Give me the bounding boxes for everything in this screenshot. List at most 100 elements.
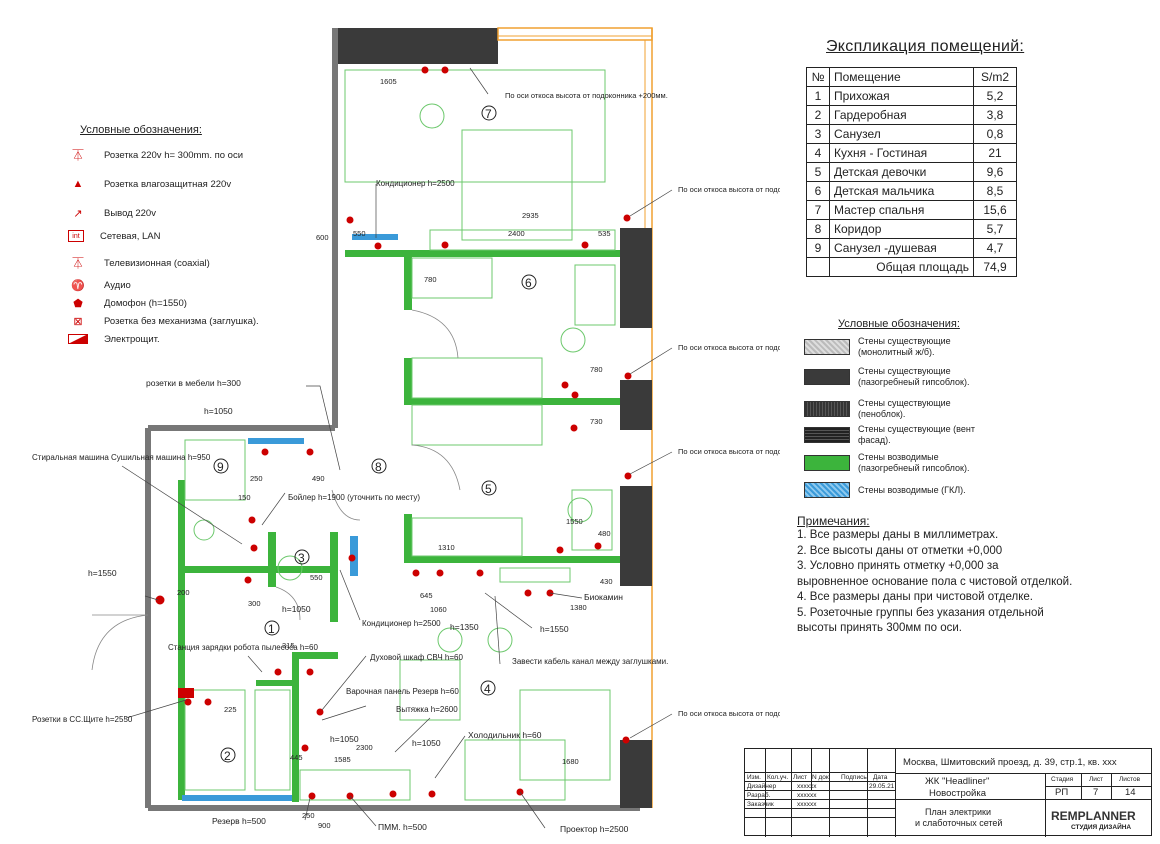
svg-text:780: 780 xyxy=(424,275,437,284)
tb-project: ЖК "Headliner" xyxy=(925,776,990,787)
waterproof-socket-icon: ▲ xyxy=(72,178,84,190)
ann-window-r3: По оси откоса высота от подоконника +200… xyxy=(678,447,780,456)
ann-window-r1: По оси откоса высота от подоконника +200… xyxy=(678,185,780,194)
svg-text:2400: 2400 xyxy=(508,229,525,238)
ann-h1550-mid: h=1550 xyxy=(540,624,569,634)
wall-legend-title: Условные обозначения: xyxy=(838,318,960,330)
wall-swatch-facade xyxy=(804,427,850,443)
ann-oven: Духовой шкаф СВЧ h=60 xyxy=(370,653,463,662)
table-total-row: Общая площадь 74,9 xyxy=(806,257,1017,277)
notes-list: 1. Все размеры даны в миллиметрах. 2. Вс… xyxy=(797,528,1072,637)
ann-h1050-top: h=1050 xyxy=(204,406,233,416)
room-7: 7 xyxy=(485,107,492,121)
facade-4 xyxy=(620,740,652,808)
facade-3 xyxy=(620,486,652,586)
outlet-220-icon: ↗ xyxy=(73,207,83,220)
legend-row-socket: ⏄ Розетка 220v h= 300mm. по оси xyxy=(68,148,244,163)
tv-socket-icon: ⏄ xyxy=(72,258,84,270)
wall-swatch-monolith xyxy=(804,339,850,355)
table-row: 3 Санузел 0,8 xyxy=(806,124,1017,144)
notes-title: Примечания: xyxy=(797,514,870,528)
svg-text:150: 150 xyxy=(238,493,251,502)
ann-furniture: розетки в мебели h=300 xyxy=(146,378,241,388)
svg-text:490: 490 xyxy=(312,474,325,483)
wall-swatch-foamblock xyxy=(804,401,850,417)
svg-text:300: 300 xyxy=(248,599,261,608)
room-markers: 7 6 8 5 9 3 1 2 4 xyxy=(213,105,537,763)
ann-fridge: Холодильник h=60 xyxy=(468,730,542,740)
svg-text:550: 550 xyxy=(310,573,323,582)
ann-h1050-a: h=1050 xyxy=(330,734,359,744)
table-row: 4 Кухня - Гостиная 21 xyxy=(806,143,1017,163)
ann-window-r2: По оси откоса высота от подоконника +200… xyxy=(678,343,780,352)
logo-subtitle: СТУДИЯ ДИЗАЙНА xyxy=(1071,824,1132,831)
svg-text:1680: 1680 xyxy=(562,757,579,766)
electrical-panel xyxy=(178,688,194,698)
panel-icon xyxy=(68,332,88,346)
room-5: 5 xyxy=(485,482,492,496)
ann-ac2: Кондиционер h=2500 xyxy=(362,619,441,628)
svg-text:2300: 2300 xyxy=(356,743,373,752)
dimension-labels: 1605 2935 2400 535 550 600 780 780 730 1… xyxy=(177,77,613,830)
ann-pmm: ПММ. h=500 xyxy=(378,822,427,832)
svg-text:1380: 1380 xyxy=(570,603,587,612)
svg-text:1585: 1585 xyxy=(334,755,351,764)
legend-row-lan: int Сетевая, LAN xyxy=(68,230,160,242)
table-row: 1 Прихожая 5,2 xyxy=(806,86,1017,106)
ann-ac1: Кондиционер h=2500 xyxy=(376,179,455,188)
tb-address: Москва, Шмитовский проезд, д. 39, стр.1,… xyxy=(903,757,1117,768)
annotation-labels: По оси откоса высота от подоконника +200… xyxy=(32,91,780,834)
legend-row-waterproof: ▲ Розетка влагозащитная 220v xyxy=(68,177,232,191)
svg-text:225: 225 xyxy=(224,705,237,714)
wall-swatch-gkl xyxy=(804,482,850,498)
svg-text:900: 900 xyxy=(318,821,331,830)
blank-socket-icon: ⊠ xyxy=(73,315,83,328)
ann-washer: Стиральная машина Сушильная машина h=950 xyxy=(32,453,211,462)
tb-type: Новостройка xyxy=(929,788,986,799)
tb-sheet-title-2: и слаботочных сетей xyxy=(915,818,1003,828)
svg-text:1060: 1060 xyxy=(430,605,447,614)
table-row: 8 Коридор 5,7 xyxy=(806,219,1017,239)
svg-text:1550: 1550 xyxy=(566,517,583,526)
ann-h1550-left: h=1550 xyxy=(88,568,117,578)
legend-row-blank: ⊠ Розетка без механизма (заглушка). xyxy=(68,314,258,328)
legend-row-audio: ♈ Аудио xyxy=(68,278,131,292)
table-row: 9 Санузел -душевая 4,7 xyxy=(806,238,1017,258)
room-3: 3 xyxy=(298,551,305,565)
remplanner-logo: REMPLANNER xyxy=(1051,809,1136,823)
ann-h1050-b: h=1050 xyxy=(412,738,441,748)
svg-text:600: 600 xyxy=(316,233,329,242)
table-row: 6 Детская мальчика 8,5 xyxy=(806,181,1017,201)
legend-row-outlet: ↗ Вывод 220v xyxy=(68,206,156,220)
wall-legend-row: Стены существующие (вент фасад). xyxy=(804,424,998,446)
table-header: № Помещение S/m2 xyxy=(806,67,1017,87)
title-block: Изм. Кол.уч. Лист N док. Подпись Дата Ди… xyxy=(744,748,1152,837)
table-row: 2 Гардеробная 3,8 xyxy=(806,105,1017,125)
green-walls xyxy=(178,250,620,802)
ann-charger: Станция зарядки робота пылесоса h=60 xyxy=(168,643,318,652)
symbol-legend-title: Условные обозначения: xyxy=(80,124,202,136)
note-item: 3. Условно принять отметку +0,000 за xyxy=(797,560,999,572)
facade-1 xyxy=(620,228,652,328)
facade-2 xyxy=(620,380,652,430)
wall-swatch-new-gypsum xyxy=(804,455,850,471)
ann-hob: Варочная панель Резерв h=60 xyxy=(346,687,459,696)
svg-text:250: 250 xyxy=(302,811,315,820)
tb-sheet-title-1: План электрики xyxy=(925,807,992,817)
audio-icon: ♈ xyxy=(71,279,85,292)
ann-reserve: Резерв h=500 xyxy=(212,816,266,826)
svg-text:2935: 2935 xyxy=(522,211,539,220)
svg-text:200: 200 xyxy=(177,588,190,597)
svg-text:480: 480 xyxy=(598,529,611,538)
svg-text:1605: 1605 xyxy=(380,77,397,86)
wall-legend-row: Стены возводимые (пазогребнеый гипсоблок… xyxy=(804,452,998,474)
explication-title: Экспликация помещений: xyxy=(826,38,1025,55)
svg-text:1310: 1310 xyxy=(438,543,455,552)
wall-legend-row: Стены возводимые (ГКЛ). xyxy=(804,482,998,498)
svg-text:445: 445 xyxy=(290,753,303,762)
ann-projector: Проектор h=2500 xyxy=(560,824,629,834)
svg-text:730: 730 xyxy=(590,417,603,426)
legend-row-tv: ⏄ Телевизионная (coaxial) xyxy=(68,256,210,271)
ann-socket-shield: Розетки в СС.Щите h=2550 xyxy=(32,715,133,724)
room-4: 4 xyxy=(484,682,491,696)
